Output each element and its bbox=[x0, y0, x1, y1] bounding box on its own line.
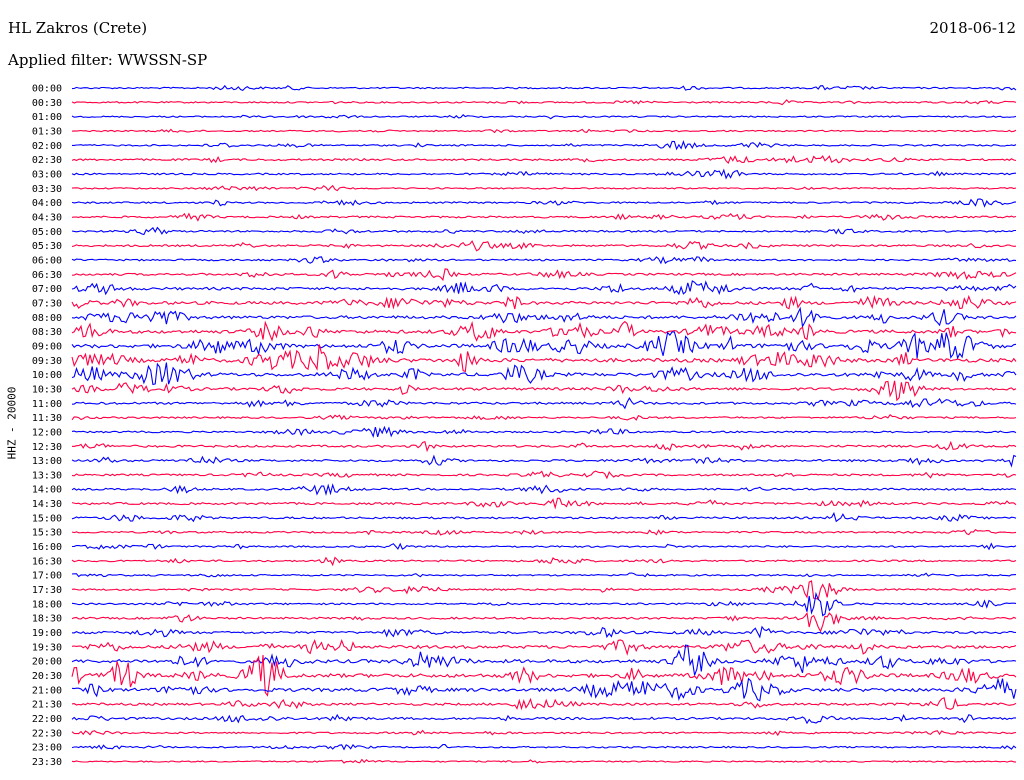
trace-row bbox=[71, 114, 1017, 120]
trace-row bbox=[71, 580, 1017, 600]
row-time-label: 09:00 bbox=[32, 341, 62, 352]
trace-row bbox=[71, 256, 1017, 265]
row-time-label: 12:00 bbox=[32, 427, 62, 438]
trace-row bbox=[71, 294, 1017, 310]
trace-row bbox=[71, 344, 1017, 373]
row-time-label: 03:00 bbox=[32, 169, 62, 180]
row-time-label: 04:00 bbox=[32, 198, 62, 209]
row-time-label: 21:00 bbox=[32, 685, 62, 696]
trace-row bbox=[71, 556, 1017, 567]
trace-row bbox=[71, 470, 1017, 480]
trace-row bbox=[71, 644, 1017, 676]
trace-row bbox=[71, 320, 1017, 342]
trace-row bbox=[71, 212, 1017, 222]
row-time-label: 08:30 bbox=[32, 327, 62, 338]
trace-row bbox=[71, 184, 1017, 192]
trace-row bbox=[71, 483, 1017, 496]
row-time-label: 02:00 bbox=[32, 141, 62, 152]
trace-row bbox=[71, 128, 1017, 134]
row-time-label: 19:30 bbox=[32, 642, 62, 653]
row-time-label: 00:00 bbox=[32, 84, 62, 95]
row-time-label: 18:00 bbox=[32, 599, 62, 610]
row-time-label: 15:30 bbox=[32, 528, 62, 539]
trace-row bbox=[71, 306, 1017, 329]
trace-row bbox=[71, 529, 1017, 536]
row-time-label: 07:30 bbox=[32, 298, 62, 309]
trace-row bbox=[71, 362, 1017, 386]
row-time-label: 20:00 bbox=[32, 657, 62, 668]
row-time-label: 04:30 bbox=[32, 212, 62, 223]
row-time-label: 16:30 bbox=[32, 556, 62, 567]
row-time-label: 02:30 bbox=[32, 155, 62, 166]
row-time-label: 05:00 bbox=[32, 227, 62, 238]
row-time-label: 10:30 bbox=[32, 384, 62, 395]
trace-row bbox=[71, 280, 1017, 296]
trace-row bbox=[71, 268, 1017, 282]
row-time-label: 01:00 bbox=[32, 112, 62, 123]
row-time-label: 22:30 bbox=[32, 728, 62, 739]
trace-row bbox=[71, 84, 1017, 92]
trace-row bbox=[71, 331, 1017, 360]
row-time-label: 06:30 bbox=[32, 270, 62, 281]
row-time-label: 16:00 bbox=[32, 542, 62, 553]
trace-row bbox=[71, 758, 1017, 764]
row-time-label: 06:00 bbox=[32, 255, 62, 266]
trace-row bbox=[71, 380, 1017, 402]
trace-row bbox=[71, 425, 1017, 438]
trace-row bbox=[71, 497, 1017, 510]
row-time-label: 19:00 bbox=[32, 628, 62, 639]
trace-row bbox=[71, 542, 1017, 551]
trace-row bbox=[71, 168, 1017, 180]
row-time-label: 01:30 bbox=[32, 126, 62, 137]
trace-row bbox=[71, 511, 1017, 523]
trace-row bbox=[71, 697, 1017, 711]
trace-row bbox=[71, 240, 1017, 252]
row-time-label: 23:30 bbox=[32, 757, 62, 768]
row-time-label: 22:00 bbox=[32, 714, 62, 725]
trace-row bbox=[71, 414, 1017, 421]
trace-row bbox=[71, 99, 1017, 106]
row-time-label: 14:30 bbox=[32, 499, 62, 510]
row-time-label: 13:00 bbox=[32, 456, 62, 467]
trace-row bbox=[71, 729, 1017, 737]
row-time-label: 12:30 bbox=[32, 442, 62, 453]
row-time-label: 18:30 bbox=[32, 614, 62, 625]
row-time-label: 07:00 bbox=[32, 284, 62, 295]
row-time-label: 17:30 bbox=[32, 585, 62, 596]
row-time-label: 21:30 bbox=[32, 700, 62, 711]
row-time-label: 11:30 bbox=[32, 413, 62, 424]
trace-row bbox=[71, 743, 1017, 751]
trace-row bbox=[71, 591, 1017, 617]
row-time-label: 00:30 bbox=[32, 98, 62, 109]
row-time-label: 09:30 bbox=[32, 356, 62, 367]
row-time-label: 10:00 bbox=[32, 370, 62, 381]
trace-row bbox=[71, 440, 1017, 453]
row-time-label: 15:00 bbox=[32, 513, 62, 524]
trace-row bbox=[71, 155, 1017, 164]
trace-row bbox=[71, 713, 1016, 725]
row-time-label: 14:00 bbox=[32, 485, 62, 496]
row-time-label: 23:00 bbox=[32, 743, 62, 754]
seismogram-plot: 00:00 00:30 01:00 01:30 02:00 02:30 03:00 03:30… bbox=[32, 84, 1017, 768]
row-time-label: 08:00 bbox=[32, 313, 62, 324]
trace-row bbox=[71, 397, 1017, 410]
row-time-label: 20:30 bbox=[32, 671, 62, 682]
row-time-label: 11:00 bbox=[32, 399, 62, 410]
trace-row bbox=[71, 226, 1016, 236]
trace-row bbox=[71, 572, 1017, 578]
trace-row bbox=[71, 677, 1017, 702]
row-time-label: 17:00 bbox=[32, 571, 62, 582]
trace-row bbox=[71, 454, 1017, 468]
trace-row bbox=[71, 611, 1017, 633]
trace-row bbox=[71, 625, 1017, 639]
row-time-label: 05:30 bbox=[32, 241, 62, 252]
trace-row bbox=[71, 198, 1017, 208]
trace-row bbox=[71, 638, 1017, 656]
row-time-label: 03:30 bbox=[32, 184, 62, 195]
row-time-label: 13:30 bbox=[32, 470, 62, 481]
trace-row bbox=[72, 140, 1017, 151]
